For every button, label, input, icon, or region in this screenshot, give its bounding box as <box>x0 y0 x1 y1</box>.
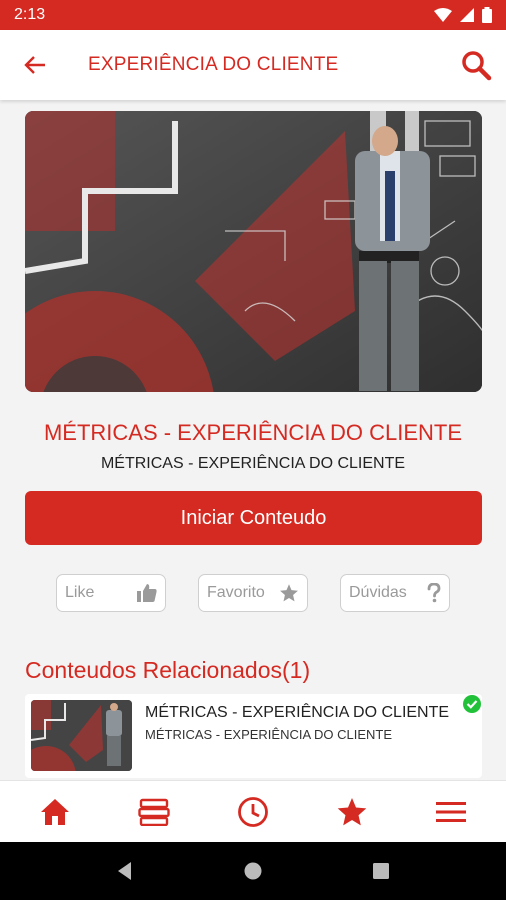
like-label: Like <box>65 584 95 601</box>
content-cover-image <box>25 111 482 392</box>
related-content-title: MÉTRICAS - EXPERIÊNCIA DO CLIENTE <box>145 704 450 721</box>
arrow-left-icon <box>24 56 45 74</box>
signal-icon <box>460 8 474 22</box>
related-content-thumbnail <box>31 700 132 771</box>
system-home-icon[interactable] <box>243 861 263 881</box>
search-icon <box>462 51 492 81</box>
related-content-item[interactable]: MÉTRICAS - EXPERIÊNCIA DO CLIENTE MÉTRIC… <box>25 694 482 778</box>
doubts-label: Dúvidas <box>349 584 407 601</box>
system-back-icon[interactable] <box>115 861 135 881</box>
system-recents-icon[interactable] <box>371 861 391 881</box>
related-content-heading: Conteudos Relacionados(1) <box>25 657 311 683</box>
status-time: 2:13 <box>14 6 46 23</box>
wifi-icon <box>434 8 452 22</box>
nav-history[interactable] <box>223 787 283 837</box>
battery-icon <box>482 7 492 23</box>
content-title: MÉTRICAS - EXPERIÊNCIA DO CLIENTE <box>43 420 463 445</box>
back-button[interactable] <box>0 30 70 100</box>
favorite-button[interactable]: Favorito <box>198 574 308 612</box>
nav-home[interactable] <box>25 787 85 837</box>
content-subtitle: MÉTRICAS - EXPERIÊNCIA DO CLIENTE <box>100 455 406 472</box>
books-icon <box>138 798 170 826</box>
related-content-subtitle: MÉTRICAS - EXPERIÊNCIA DO CLIENTE <box>145 727 393 742</box>
star-icon <box>337 797 367 825</box>
page-title: EXPERIÊNCIA DO CLIENTE <box>88 54 339 75</box>
question-icon <box>427 583 441 603</box>
thumbs-up-icon <box>137 584 157 602</box>
menu-icon <box>435 801 466 822</box>
status-bar: 2:13 <box>0 0 506 30</box>
completed-check-icon <box>463 695 481 718</box>
like-button[interactable]: Like <box>56 574 166 612</box>
nav-library[interactable] <box>124 787 184 837</box>
star-icon <box>280 584 298 602</box>
doubts-button[interactable]: Dúvidas <box>340 574 450 612</box>
start-content-button[interactable]: Iniciar Conteudo <box>25 491 482 545</box>
action-buttons: Like Favorito Dúvidas <box>0 574 506 614</box>
clock-icon <box>238 796 268 827</box>
app-bar: EXPERIÊNCIA DO CLIENTE <box>0 30 506 100</box>
system-navigation-bar <box>0 842 506 900</box>
bottom-navigation <box>0 780 506 842</box>
nav-menu[interactable] <box>421 787 481 837</box>
favorite-label: Favorito <box>207 584 265 601</box>
nav-favorites[interactable] <box>322 787 382 837</box>
home-icon <box>41 798 70 825</box>
search-button[interactable] <box>446 30 506 100</box>
